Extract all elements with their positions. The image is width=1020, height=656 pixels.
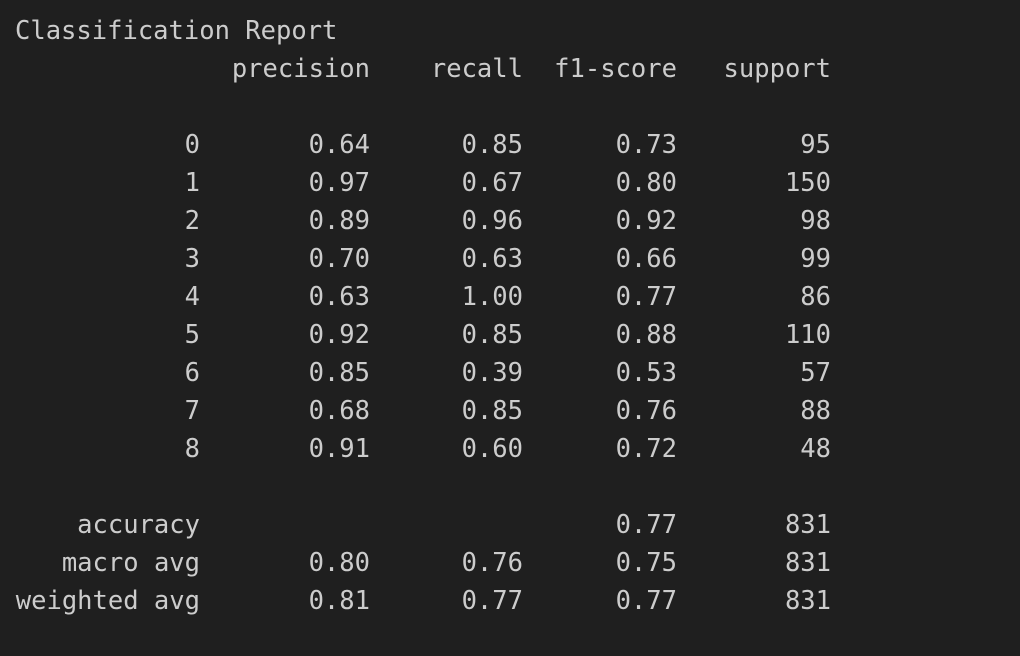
recall-value: 0.85	[461, 320, 523, 350]
support-value: 57	[800, 358, 831, 388]
f1-score-value: 0.75	[615, 548, 677, 578]
row-label: macro avg	[61, 548, 200, 578]
header-row: precision recall f1-score support	[0, 50, 1020, 88]
table-row: 3 0.70 0.63 0.66 99	[0, 240, 1020, 278]
support-value: 831	[784, 510, 831, 540]
row-label: weighted avg	[15, 586, 200, 616]
support-value: 86	[800, 282, 831, 312]
row-label: 5	[184, 320, 200, 350]
table-row: 0 0.64 0.85 0.73 95	[0, 126, 1020, 164]
recall-value: 1.00	[461, 282, 523, 312]
precision-value: 0.85	[308, 358, 370, 388]
f1-score-value: 0.66	[615, 244, 677, 274]
header-precision: precision	[231, 54, 370, 84]
support-value: 48	[800, 434, 831, 464]
precision-value: 0.81	[308, 586, 370, 616]
recall-value: 0.96	[461, 206, 523, 236]
f1-score-value: 0.88	[615, 320, 677, 350]
precision-value: 0.63	[308, 282, 370, 312]
precision-value: 0.80	[308, 548, 370, 578]
summary-row: macro avg 0.80 0.76 0.75 831	[0, 544, 1020, 582]
recall-value: 0.67	[461, 168, 523, 198]
summary-row: accuracy 0.77 831	[0, 506, 1020, 544]
support-value: 98	[800, 206, 831, 236]
recall-value: 0.76	[461, 548, 523, 578]
row-label: 2	[184, 206, 200, 236]
report-title: Classification Report	[15, 16, 338, 46]
recall-value: 0.85	[461, 130, 523, 160]
f1-score-value: 0.53	[615, 358, 677, 388]
f1-score-value: 0.80	[615, 168, 677, 198]
f1-score-value: 0.77	[615, 586, 677, 616]
f1-score-value: 0.72	[615, 434, 677, 464]
support-value: 95	[800, 130, 831, 160]
header-support: support	[723, 54, 831, 84]
support-value: 88	[800, 396, 831, 426]
precision-value: 0.89	[308, 206, 370, 236]
row-label: 0	[184, 130, 200, 160]
precision-value: 0.97	[308, 168, 370, 198]
row-label: 8	[184, 434, 200, 464]
f1-score-value: 0.76	[615, 396, 677, 426]
support-value: 831	[784, 586, 831, 616]
precision-value: 0.70	[308, 244, 370, 274]
recall-value: 0.63	[461, 244, 523, 274]
table-row: 2 0.89 0.96 0.92 98	[0, 202, 1020, 240]
row-label: 3	[184, 244, 200, 274]
header-f1-score: f1-score	[554, 54, 677, 84]
table-row: 4 0.63 1.00 0.77 86	[0, 278, 1020, 316]
header-recall: recall	[430, 54, 523, 84]
row-label: 7	[184, 396, 200, 426]
precision-value: 0.64	[308, 130, 370, 160]
classification-report-output: Classification Report precision recall f…	[0, 12, 1020, 642]
support-value: 831	[784, 548, 831, 578]
f1-score-value: 0.73	[615, 130, 677, 160]
row-label: 1	[184, 168, 200, 198]
precision-value: 0.68	[308, 396, 370, 426]
recall-value: 0.39	[461, 358, 523, 388]
table-row: 1 0.97 0.67 0.80 150	[0, 164, 1020, 202]
f1-score-value: 0.92	[615, 206, 677, 236]
support-value: 99	[800, 244, 831, 274]
row-label: 4	[184, 282, 200, 312]
table-row: 5 0.92 0.85 0.88 110	[0, 316, 1020, 354]
recall-value: 0.85	[461, 396, 523, 426]
table-row: 7 0.68 0.85 0.76 88	[0, 392, 1020, 430]
table-row: 8 0.91 0.60 0.72 48	[0, 430, 1020, 468]
row-label: accuracy	[77, 510, 200, 540]
row-label: 6	[184, 358, 200, 388]
recall-value: 0.77	[461, 586, 523, 616]
f1-score-value: 0.77	[615, 510, 677, 540]
precision-value: 0.92	[308, 320, 370, 350]
support-value: 150	[784, 168, 831, 198]
precision-value: 0.91	[308, 434, 370, 464]
recall-value: 0.60	[461, 434, 523, 464]
support-value: 110	[784, 320, 831, 350]
summary-row: weighted avg 0.81 0.77 0.77 831	[0, 582, 1020, 620]
table-row: 6 0.85 0.39 0.53 57	[0, 354, 1020, 392]
f1-score-value: 0.77	[615, 282, 677, 312]
